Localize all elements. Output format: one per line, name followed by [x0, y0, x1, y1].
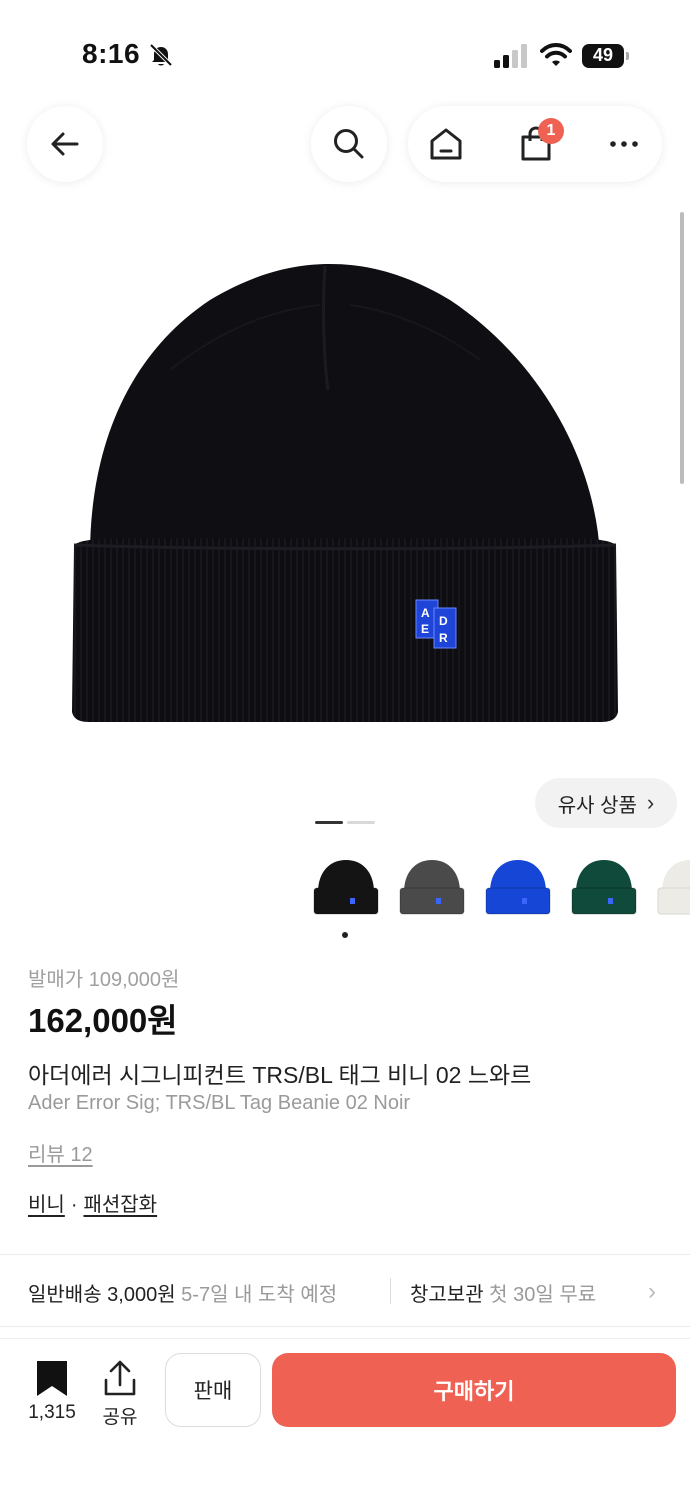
- category-link-beanie[interactable]: 비니: [28, 1194, 65, 1216]
- logo-letter-a: A: [421, 606, 430, 620]
- bookmark-count: 1,315: [28, 1402, 76, 1423]
- buy-button[interactable]: 구매하기: [272, 1353, 676, 1427]
- shipping-label: 일반배송 3,000원: [28, 1284, 176, 1306]
- sell-button[interactable]: 판매: [165, 1353, 261, 1427]
- share-label: 공유: [102, 1407, 138, 1428]
- storage-note: 첫 30일 무료: [489, 1284, 597, 1306]
- battery-level: 49: [592, 45, 614, 65]
- share-icon: [104, 1360, 136, 1396]
- similar-products-label: 유사 상품: [557, 794, 637, 817]
- status-bar: 8:16 49: [0, 0, 690, 100]
- cart-badge: 1: [538, 118, 564, 144]
- more-horizontal-icon: [610, 141, 638, 147]
- chevron-right-icon: ›: [646, 790, 655, 815]
- shipping-divider: [390, 1278, 391, 1304]
- share-button[interactable]: 공유: [96, 1360, 144, 1430]
- thumbnail-selected-indicator: [342, 932, 348, 938]
- battery-icon: 49: [582, 44, 630, 68]
- color-thumbnail[interactable]: [482, 852, 554, 924]
- product-title-ko: 아더에러 시그니피컨트 TRS/BL 태그 비니 02 느와르: [28, 1062, 532, 1088]
- storage-label: 창고보관: [410, 1284, 484, 1306]
- more-button[interactable]: [586, 106, 662, 182]
- search-button[interactable]: [311, 106, 387, 182]
- signal-icon: [494, 44, 527, 68]
- color-thumbnail[interactable]: [654, 852, 690, 924]
- review-link[interactable]: 리뷰 12: [28, 1138, 93, 1167]
- pager-inactive: [347, 821, 375, 824]
- wifi-icon: [540, 43, 572, 66]
- pager-active: [315, 821, 343, 824]
- category-separator: ·: [70, 1194, 78, 1216]
- top-nav-group: [408, 106, 662, 182]
- status-time: 8:16: [82, 38, 141, 69]
- scroll-indicator[interactable]: [680, 212, 684, 484]
- similar-products-button[interactable]: 유사 상품 ›: [535, 778, 677, 828]
- color-thumbnail[interactable]: [396, 852, 468, 924]
- bell-off-icon: [149, 43, 173, 67]
- category-breadcrumb: 비니 · 패션잡화: [28, 1188, 157, 1217]
- search-icon: [334, 129, 364, 159]
- image-pager: [315, 821, 375, 825]
- color-thumbnail[interactable]: [310, 852, 382, 924]
- home-button[interactable]: [408, 106, 484, 182]
- arrow-left-icon: [51, 132, 79, 156]
- back-button[interactable]: [27, 106, 103, 182]
- cart-button[interactable]: [498, 106, 574, 182]
- logo-letter-d: D: [439, 614, 448, 628]
- home-icon: [430, 128, 462, 160]
- category-link-fashion-goods[interactable]: 패션잡화: [83, 1194, 157, 1216]
- color-thumbnail[interactable]: [568, 852, 640, 924]
- shipping-eta: 5-7일 내 도착 예정: [181, 1284, 338, 1306]
- chevron-right-icon[interactable]: ›: [648, 1278, 656, 1306]
- release-price: 발매가 109,000원: [28, 969, 180, 991]
- divider: [0, 1326, 690, 1327]
- bookmark-button[interactable]: 1,315: [22, 1360, 82, 1430]
- logo-letter-e: E: [421, 622, 429, 636]
- logo-letter-r: R: [439, 631, 448, 645]
- storage-info[interactable]: 창고보관 첫 30일 무료: [410, 1278, 596, 1307]
- bookmark-icon: [37, 1361, 67, 1396]
- product-title-en: Ader Error Sig; TRS/BL Tag Beanie 02 Noi…: [28, 1092, 411, 1114]
- product-image: A E D R: [72, 264, 618, 722]
- divider: [0, 1254, 690, 1255]
- shipping-info[interactable]: 일반배송 3,000원 5-7일 내 도착 예정: [28, 1278, 337, 1307]
- price: 162,000원: [28, 1002, 178, 1039]
